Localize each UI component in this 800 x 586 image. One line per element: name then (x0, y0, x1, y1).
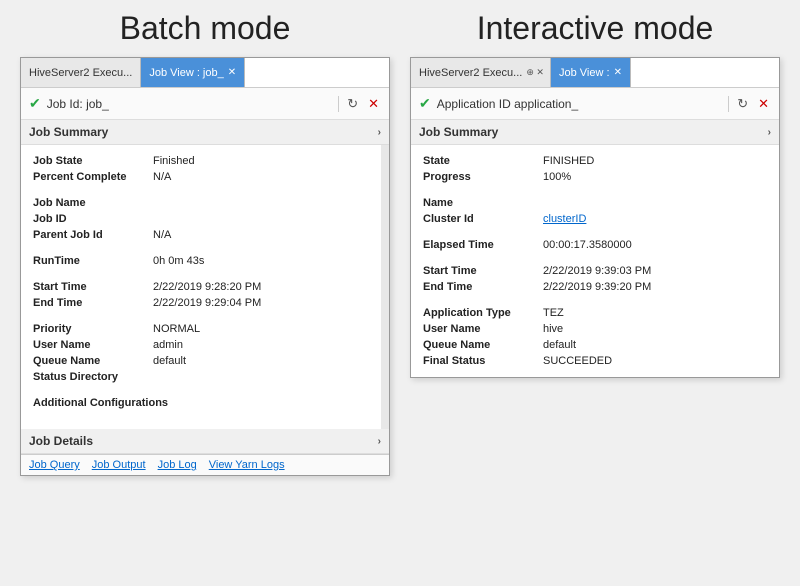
interactive-title-bar: HiveServer2 Execu... ⊕ ✕ Job View : ✕ (411, 58, 779, 88)
interactive-check-icon: ✔ (419, 95, 431, 112)
field-row-start-time: Start Time 2/22/2019 9:28:20 PM (21, 279, 389, 295)
batch-tab-0[interactable]: HiveServer2 Execu... (21, 58, 141, 87)
field-row-priority: Priority NORMAL (21, 321, 389, 337)
i-field-end-time: End Time 2/22/2019 9:39:20 PM (411, 279, 779, 295)
i-field-state: State FINISHED (411, 153, 779, 169)
i-field-queue-name: Queue Name default (411, 337, 779, 353)
batch-toolbar-divider (338, 96, 339, 112)
batch-collapse-icon[interactable]: › (378, 127, 381, 138)
i-field-progress: Progress 100% (411, 169, 779, 185)
i-field-name: Name (411, 195, 779, 211)
batch-bottom-tabs: Job Query Job Output Job Log View Yarn L… (21, 454, 389, 475)
field-row-user-name: User Name admin (21, 337, 389, 353)
batch-title: Batch mode (120, 10, 291, 47)
batch-window: HiveServer2 Execu... Job View : job_ ✕ ✔… (20, 57, 390, 476)
i-spacer-3 (411, 253, 779, 263)
batch-refresh-button[interactable]: ↻ (345, 96, 360, 112)
batch-toolbar: ✔ Job Id: job_ ↻ ✕ (21, 88, 389, 120)
interactive-title: Interactive mode (477, 10, 714, 47)
i-field-start-time: Start Time 2/22/2019 9:39:03 PM (411, 263, 779, 279)
spacer-2 (21, 243, 389, 253)
interactive-refresh-button[interactable]: ↻ (735, 96, 750, 112)
i-spacer-1 (411, 185, 779, 195)
interactive-tab-0[interactable]: HiveServer2 Execu... ⊕ ✕ (411, 58, 551, 87)
batch-title-bar: HiveServer2 Execu... Job View : job_ ✕ (21, 58, 389, 88)
field-row-end-time: End Time 2/22/2019 9:29:04 PM (21, 295, 389, 311)
i-spacer-4 (411, 295, 779, 305)
batch-content-area: Job State Finished Percent Complete N/A … (21, 145, 389, 429)
batch-section: Batch mode HiveServer2 Execu... Job View… (20, 10, 390, 476)
interactive-job-id: Application ID application_ (437, 97, 722, 111)
interactive-collapse-icon[interactable]: › (768, 127, 771, 138)
field-row-queue-name: Queue Name default (21, 353, 389, 369)
field-row-runtime: RunTime 0h 0m 43s (21, 253, 389, 269)
interactive-section: Interactive mode HiveServer2 Execu... ⊕ … (410, 10, 780, 378)
interactive-toolbar: ✔ Application ID application_ ↻ ✕ (411, 88, 779, 120)
interactive-toolbar-divider (728, 96, 729, 112)
field-row-job-id: Job ID (21, 211, 389, 227)
batch-tab-1[interactable]: Job View : job_ ✕ (141, 58, 245, 87)
batch-tab-job-log[interactable]: Job Log (158, 459, 197, 471)
field-row-status-dir: Status Directory (21, 369, 389, 385)
batch-job-details-collapse-icon[interactable]: › (378, 436, 381, 447)
batch-check-icon: ✔ (29, 95, 41, 112)
interactive-tab-close-icon[interactable]: ✕ (614, 67, 622, 78)
batch-panel-header: Job Summary › (21, 120, 389, 145)
batch-tab-job-query[interactable]: Job Query (29, 459, 80, 471)
i-field-app-type: Application Type TEZ (411, 305, 779, 321)
interactive-content-area: State FINISHED Progress 100% Name Cluste… (411, 145, 779, 377)
i-field-cluster-id: Cluster Id clusterID (411, 211, 779, 227)
i-field-user-name: User Name hive (411, 321, 779, 337)
interactive-window: HiveServer2 Execu... ⊕ ✕ Job View : ✕ ✔ … (410, 57, 780, 378)
field-row-job-state: Job State Finished (21, 153, 389, 169)
i-field-elapsed-time: Elapsed Time 00:00:17.3580000 (411, 237, 779, 253)
field-row-additional-configs: Additional Configurations (21, 395, 389, 411)
interactive-tab0-x-icon[interactable]: ⊕ ✕ (526, 67, 544, 78)
i-field-final-status: Final Status SUCCEEDED (411, 353, 779, 369)
spacer-6 (21, 411, 389, 421)
interactive-tab-1[interactable]: Job View : ✕ (551, 58, 631, 87)
interactive-close-button[interactable]: ✕ (756, 96, 771, 112)
batch-tab-close-icon[interactable]: ✕ (228, 67, 236, 78)
batch-job-details-header: Job Details › (21, 429, 389, 454)
spacer-5 (21, 385, 389, 395)
interactive-panel-header: Job Summary › (411, 120, 779, 145)
i-spacer-2 (411, 227, 779, 237)
spacer-4 (21, 311, 389, 321)
batch-job-id: Job Id: job_ (47, 97, 332, 111)
spacer-1 (21, 185, 389, 195)
spacer-3 (21, 269, 389, 279)
field-row-percent-complete: Percent Complete N/A (21, 169, 389, 185)
batch-tab-job-output[interactable]: Job Output (92, 459, 146, 471)
batch-tab-view-yarn-logs[interactable]: View Yarn Logs (209, 459, 285, 471)
field-row-parent-job-id: Parent Job Id N/A (21, 227, 389, 243)
field-row-job-name: Job Name (21, 195, 389, 211)
batch-close-button[interactable]: ✕ (366, 96, 381, 112)
cluster-id-link[interactable]: clusterID (543, 213, 586, 225)
